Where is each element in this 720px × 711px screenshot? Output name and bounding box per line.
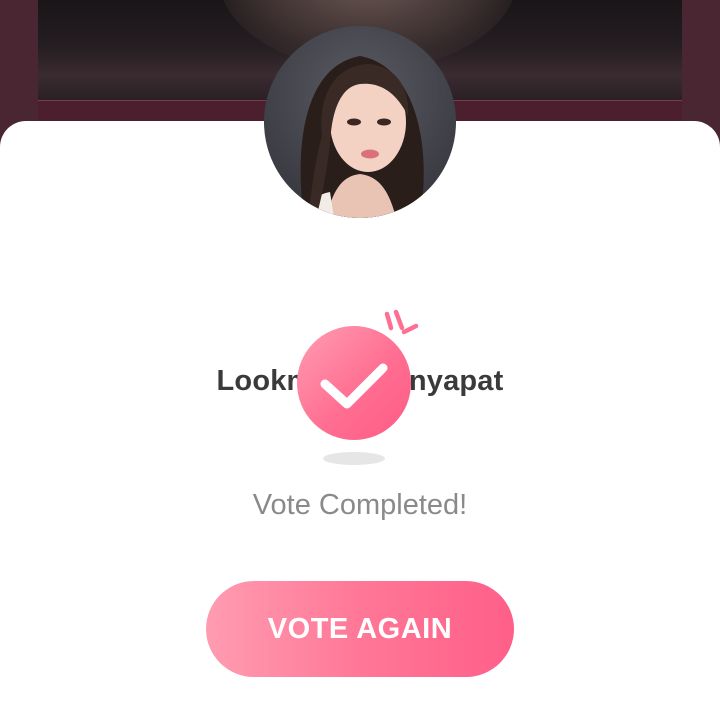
check-circle-icon xyxy=(297,326,411,440)
avatar-photo xyxy=(300,56,424,218)
avatar xyxy=(264,26,456,218)
check-shadow xyxy=(323,452,385,465)
vote-status-text: Vote Completed! xyxy=(252,489,468,521)
vote-success-indicator xyxy=(290,306,430,466)
vote-again-button[interactable]: VOTE AGAIN xyxy=(206,581,514,677)
